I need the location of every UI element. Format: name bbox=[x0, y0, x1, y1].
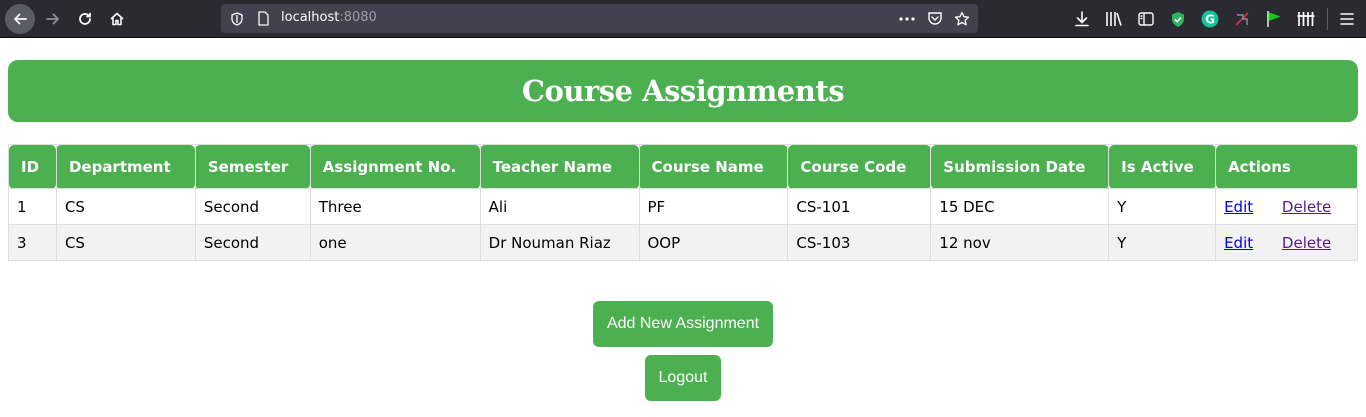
column-header-submission-date: Submission Date bbox=[930, 144, 1110, 189]
home-icon[interactable] bbox=[102, 4, 132, 34]
library-icon[interactable] bbox=[1104, 9, 1124, 29]
assignments-table: ID Department Semester Assignment No. Te… bbox=[8, 144, 1358, 261]
url-bar[interactable]: localhost:8080 bbox=[221, 4, 978, 33]
flag-icon[interactable] bbox=[1264, 9, 1284, 29]
cell-assignment-no: one bbox=[309, 224, 481, 261]
column-header-actions: Actions bbox=[1215, 144, 1358, 189]
extension-shield-icon[interactable] bbox=[1168, 9, 1188, 29]
pocket-icon[interactable] bbox=[926, 10, 943, 27]
edit-link[interactable]: Edit bbox=[1224, 234, 1253, 252]
column-header-teacher-name: Teacher Name bbox=[479, 144, 640, 189]
page-title: Course Assignments bbox=[521, 74, 845, 108]
table-row: 1 CS Second Three Ali PF CS-101 15 DEC Y… bbox=[8, 188, 1358, 225]
extension-blocked-icon[interactable] bbox=[1232, 9, 1252, 29]
table-row: 3 CS Second one Dr Nouman Riaz OOP CS-10… bbox=[8, 224, 1358, 261]
page-icon bbox=[255, 10, 272, 27]
cell-course-name: OOP bbox=[638, 224, 789, 261]
column-header-assignment-no: Assignment No. bbox=[309, 144, 481, 189]
delete-link[interactable]: Delete bbox=[1282, 234, 1331, 252]
column-header-semester: Semester bbox=[194, 144, 311, 189]
cell-semester: Second bbox=[194, 224, 311, 261]
download-icon[interactable] bbox=[1072, 9, 1092, 29]
back-arrow-icon[interactable] bbox=[5, 4, 35, 34]
extension-grid-icon[interactable] bbox=[1296, 9, 1316, 29]
cell-submission-date: 15 DEC bbox=[930, 188, 1110, 225]
more-icon[interactable] bbox=[898, 10, 915, 27]
shield-icon[interactable] bbox=[228, 10, 245, 27]
edit-link[interactable]: Edit bbox=[1224, 198, 1253, 216]
toolbar-separator bbox=[1327, 8, 1328, 30]
cell-semester: Second bbox=[194, 188, 311, 225]
sidebar-icon[interactable] bbox=[1136, 9, 1156, 29]
page-header: Course Assignments bbox=[8, 60, 1358, 122]
forward-arrow-icon[interactable] bbox=[38, 4, 68, 34]
cell-actions: Edit Delete bbox=[1215, 224, 1358, 261]
add-new-assignment-button[interactable]: Add New Assignment bbox=[593, 301, 773, 347]
svg-text:G: G bbox=[1205, 13, 1215, 27]
cell-id: 1 bbox=[8, 188, 57, 225]
star-icon[interactable] bbox=[953, 10, 970, 27]
cell-is-active: Y bbox=[1108, 188, 1217, 225]
table-header-row: ID Department Semester Assignment No. Te… bbox=[8, 144, 1358, 189]
column-header-is-active: Is Active bbox=[1108, 144, 1217, 189]
cell-department: CS bbox=[55, 188, 196, 225]
delete-link[interactable]: Delete bbox=[1282, 198, 1331, 216]
column-header-course-name: Course Name bbox=[638, 144, 789, 189]
cell-course-name: PF bbox=[638, 188, 789, 225]
cell-is-active: Y bbox=[1108, 224, 1217, 261]
cell-department: CS bbox=[55, 224, 196, 261]
browser-toolbar: localhost:8080 G bbox=[0, 0, 1366, 38]
menu-icon[interactable] bbox=[1337, 9, 1357, 29]
url-text[interactable]: localhost:8080 bbox=[281, 10, 377, 25]
cell-id: 3 bbox=[8, 224, 57, 261]
column-header-course-code: Course Code bbox=[787, 144, 932, 189]
column-header-department: Department bbox=[55, 144, 196, 189]
cell-course-code: CS-103 bbox=[787, 224, 932, 261]
cell-actions: Edit Delete bbox=[1215, 188, 1358, 225]
cell-assignment-no: Three bbox=[309, 188, 481, 225]
cell-submission-date: 12 nov bbox=[930, 224, 1110, 261]
logout-button[interactable]: Logout bbox=[645, 355, 721, 401]
cell-teacher-name: Dr Nouman Riaz bbox=[479, 224, 640, 261]
cell-teacher-name: Ali bbox=[479, 188, 640, 225]
reload-icon[interactable] bbox=[70, 4, 100, 34]
cell-course-code: CS-101 bbox=[787, 188, 932, 225]
column-header-id: ID bbox=[8, 144, 57, 189]
grammarly-icon[interactable]: G bbox=[1200, 9, 1220, 29]
